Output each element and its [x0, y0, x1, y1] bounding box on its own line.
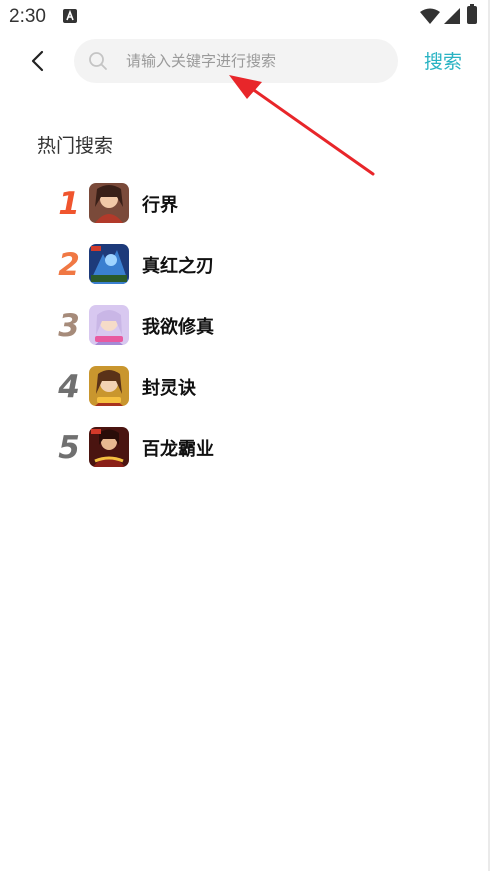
game-name: 我欲修真: [142, 317, 214, 338]
hot-search-item-4[interactable]: 4 封灵诀: [0, 364, 490, 410]
game-thumbnail: [89, 244, 129, 284]
rank-number: 1: [58, 186, 80, 222]
hot-search-item-5[interactable]: 5 百龙霸业: [0, 425, 490, 471]
hot-search-item-3[interactable]: 3 我欲修真: [0, 303, 490, 349]
hot-search-item-2[interactable]: 2 真红之刃: [0, 242, 490, 288]
rank-number: 4: [58, 369, 80, 405]
game-name: 行界: [142, 195, 178, 216]
rank-number: 2: [58, 247, 80, 283]
rank-number: 5: [58, 430, 80, 466]
hot-search-title: 热门搜索: [37, 135, 114, 157]
game-name: 百龙霸业: [142, 439, 214, 460]
game-thumbnail: [89, 427, 129, 467]
game-thumbnail: [89, 183, 129, 223]
annotation-arrow: [229, 75, 375, 176]
game-thumbnail: [89, 305, 129, 345]
hot-search-item-1[interactable]: 1 行界: [0, 181, 490, 227]
game-thumbnail: [89, 366, 129, 406]
rank-number: 3: [58, 308, 80, 344]
game-name: 真红之刃: [142, 256, 214, 277]
app-screen: 2:30 搜索 热门搜索 1: [0, 0, 490, 871]
game-name: 封灵诀: [142, 378, 196, 399]
